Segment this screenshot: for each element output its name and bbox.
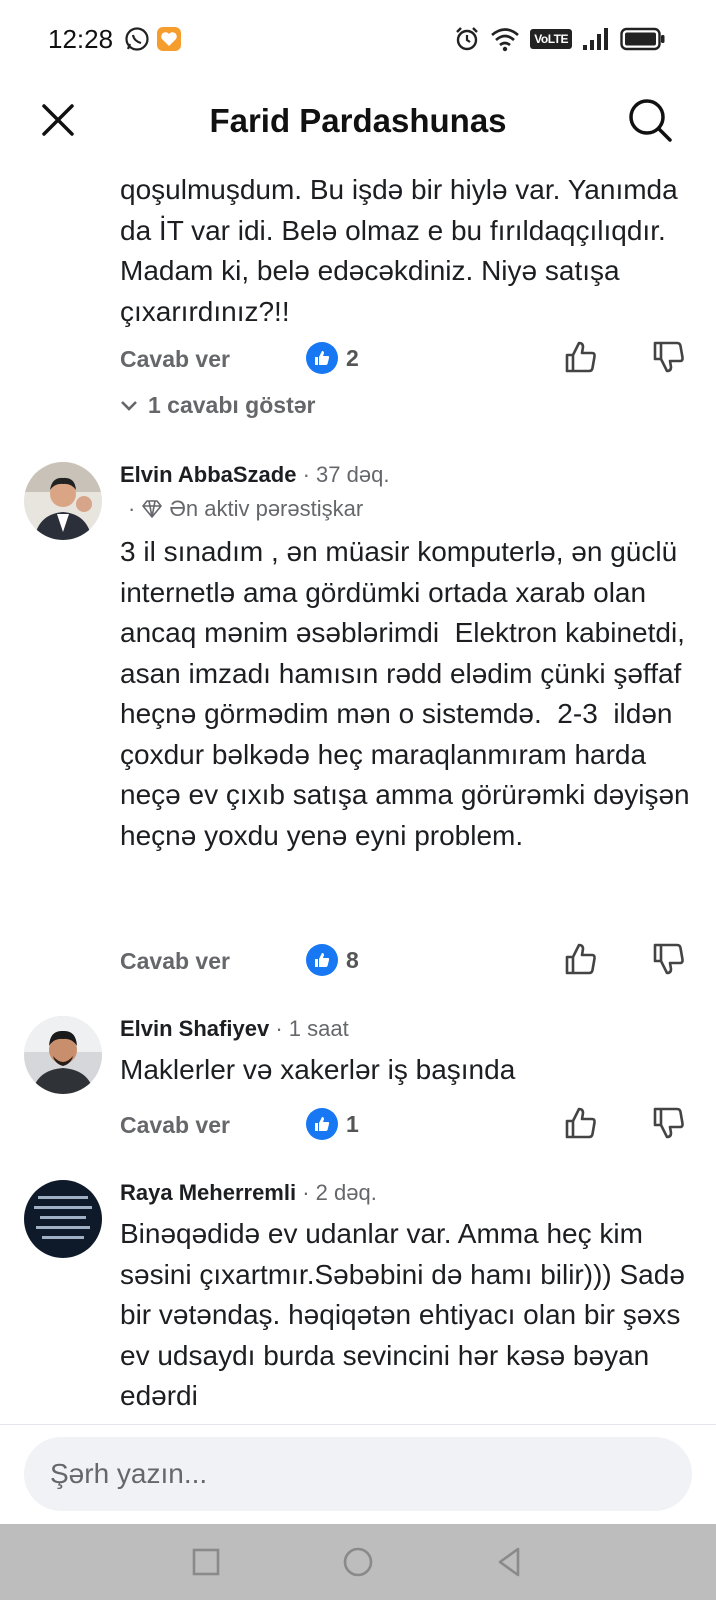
comment-text: Maklerler və xakerlər iş başında — [120, 1054, 516, 1085]
whatsapp-icon — [125, 27, 149, 51]
comment-time: 37 dəq. — [316, 462, 390, 487]
notification-heart-icon — [157, 27, 181, 51]
fan-badge: · Ən aktiv pərəstişkar — [128, 496, 364, 521]
avatar[interactable] — [24, 1016, 102, 1094]
system-nav-bar — [0, 1524, 716, 1600]
signal-icon — [583, 28, 608, 50]
comment-actions: Cavab ver 1 — [0, 1106, 716, 1150]
battery-icon — [620, 27, 665, 51]
wifi-icon — [491, 28, 520, 52]
back-icon[interactable] — [492, 1544, 528, 1580]
volte-indicator: VoLTE — [530, 29, 572, 49]
comment-input[interactable] — [24, 1437, 692, 1511]
commenter-name[interactable]: Elvin AbbaSzade — [120, 462, 296, 487]
home-icon[interactable] — [340, 1544, 376, 1580]
fan-badge-label: Ən aktiv pərəstişkar — [169, 496, 364, 521]
like-reaction-icon — [306, 342, 338, 374]
comment-time: 2 dəq. — [315, 1180, 377, 1205]
comments-list: qoşulmuşdum. Bu işdə bir hiylə var. Yanı… — [0, 160, 716, 1422]
like-count: 2 — [346, 344, 359, 371]
like-reaction-icon — [306, 944, 338, 976]
like-count: 8 — [346, 946, 359, 973]
status-time: 12:28 — [48, 24, 114, 54]
comment-time: 1 saat — [288, 1016, 349, 1041]
show-replies-label: 1 cavabı göstər — [148, 392, 316, 418]
reaction-summary[interactable]: 1 — [306, 1108, 359, 1140]
comment-composer — [0, 1424, 716, 1525]
page-title: Farid Pardashunas — [209, 102, 507, 139]
alarm-icon — [456, 27, 479, 51]
thumbs-up-icon[interactable] — [564, 942, 598, 976]
avatar[interactable] — [24, 1180, 102, 1258]
avatar[interactable] — [24, 462, 102, 540]
comment-text: qoşulmuşdum. Bu işdə bir hiylə var. Yanı… — [120, 174, 686, 327]
status-bar: 12:28 VoLTE — [0, 0, 716, 84]
like-reaction-icon — [306, 1108, 338, 1140]
diamond-icon — [142, 500, 163, 518]
recents-icon[interactable] — [188, 1544, 224, 1580]
comment-text: Binəqədidə ev udanlar var. Amma heç kim … — [120, 1218, 693, 1411]
commenter-name[interactable]: Raya Meherremli — [120, 1180, 296, 1205]
reply-button[interactable]: Cavab ver — [120, 1112, 230, 1139]
show-replies-button[interactable]: 1 cavabı göstər — [120, 392, 315, 419]
thumbs-up-icon[interactable] — [564, 1106, 598, 1140]
commenter-name[interactable]: Elvin Shafiyev — [120, 1016, 269, 1041]
thumbs-down-icon[interactable] — [652, 340, 686, 374]
comment-actions: Cavab ver 8 — [0, 942, 716, 986]
thumbs-down-icon[interactable] — [652, 942, 686, 976]
reaction-summary[interactable]: 8 — [306, 944, 359, 976]
reply-button[interactable]: Cavab ver — [120, 948, 230, 975]
like-count: 1 — [346, 1110, 359, 1137]
chevron-down-icon — [121, 400, 137, 411]
thumbs-down-icon[interactable] — [652, 1106, 686, 1140]
thumbs-up-icon[interactable] — [564, 340, 598, 374]
reply-button[interactable]: Cavab ver — [120, 346, 230, 373]
search-icon[interactable] — [626, 96, 674, 144]
comment-text: 3 il sınadım , ən müasir komputerlə, ən … — [120, 536, 698, 851]
post-header: Farid Pardashunas — [0, 84, 716, 172]
comment-actions: Cavab ver 2 — [0, 340, 716, 384]
reaction-summary[interactable]: 2 — [306, 342, 359, 374]
